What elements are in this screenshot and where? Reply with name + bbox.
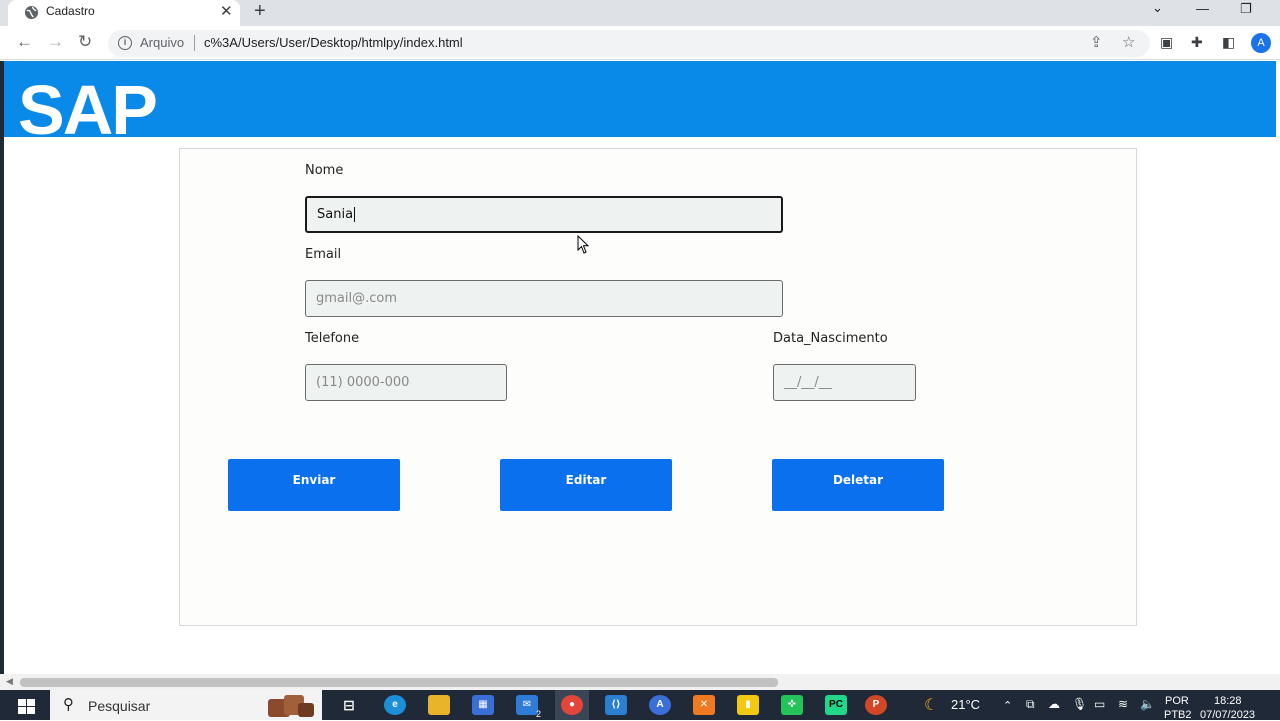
email-placeholder: gmail@.com (316, 291, 398, 306)
clock-date[interactable]: 07/07/2023 (1200, 709, 1255, 721)
new-tab-button[interactable]: + (254, 0, 266, 22)
telefone-input[interactable]: (11) 0000-000 (305, 364, 507, 401)
browser-toolbar: ← → ↻ i Arquivo c%3A/Users/User/Desktop/… (0, 26, 1280, 60)
bookmark-star-icon[interactable]: ☆ (1122, 34, 1135, 52)
scroll-left-arrow-icon[interactable]: ◀ (6, 676, 13, 687)
tab-close-icon[interactable]: ✕ (220, 3, 233, 21)
horizontal-scrollbar[interactable]: ◀ (0, 674, 1280, 690)
nome-input[interactable]: Sania (305, 196, 783, 233)
battery-icon[interactable]: ▭ (1094, 697, 1105, 711)
weather-temperature[interactable]: 21°C (951, 697, 980, 712)
deletar-button[interactable]: Deletar (772, 459, 944, 511)
microsoft-store-icon[interactable]: ▦ (472, 695, 494, 715)
tab-search-icon[interactable]: ⌄ (1152, 0, 1163, 16)
tab-title: Cadastro (46, 4, 95, 18)
taskbar-search-box[interactable]: ⚲ Pesquisar (50, 690, 322, 720)
chrome-icon[interactable]: ● (561, 695, 583, 715)
data-nascimento-placeholder: __/__/__ (784, 375, 832, 390)
text-caret (354, 207, 356, 222)
file-explorer-icon[interactable] (428, 695, 450, 715)
mail-icon[interactable]: ✉ (516, 695, 538, 715)
share-icon[interactable]: ⇪ (1090, 34, 1103, 52)
vscode-icon[interactable]: ⟨⟩ (605, 695, 627, 715)
editar-button[interactable]: Editar (500, 459, 672, 511)
url-divider (194, 35, 195, 51)
mail-badge: 2 (536, 709, 542, 719)
windows-start-icon[interactable] (18, 699, 36, 715)
address-bar[interactable]: i Arquivo c%3A/Users/User/Desktop/htmlpy… (108, 30, 1150, 57)
picture-in-picture-icon[interactable]: ▣ (1160, 34, 1173, 50)
registration-form: Nome Sania Email gmail@.com Telefone (11… (179, 148, 1137, 626)
xampp-icon[interactable]: ✕ (693, 695, 715, 715)
email-label: Email (305, 247, 342, 262)
nome-input-value: Sania (317, 207, 354, 222)
profile-avatar[interactable]: A (1251, 33, 1271, 53)
windows-taskbar: ⚲ Pesquisar ⊟ e ▦ ✉ 2 ● ⟨⟩ A ✕ ▮ ✜ PC P … (0, 690, 1280, 721)
url-scheme-label: Arquivo (140, 35, 185, 50)
browser-tab-strip: Cadastro ✕ + ⌄ — ❐ (0, 0, 1280, 26)
powerpoint-icon[interactable]: P (865, 695, 887, 715)
edge-icon[interactable]: e (384, 695, 406, 715)
nome-label: Nome (305, 163, 344, 178)
extensions-puzzle-icon[interactable]: ✚ (1191, 34, 1203, 50)
data-nascimento-input[interactable]: __/__/__ (773, 364, 916, 401)
info-icon[interactable]: i (118, 36, 132, 50)
url-text[interactable]: c%3A/Users/User/Desktop/htmlpy/index.htm… (204, 35, 463, 50)
app-a-icon[interactable]: A (649, 695, 671, 715)
restore-button[interactable]: ❐ (1240, 1, 1252, 17)
search-highlight-image (268, 695, 314, 717)
pycharm-icon[interactable]: PC (825, 695, 847, 715)
data-nascimento-label: Data_Nascimento (773, 331, 888, 346)
telefone-label: Telefone (305, 331, 360, 346)
forward-arrow-icon[interactable]: → (47, 32, 64, 52)
weather-moon-icon[interactable]: ☾ (924, 695, 938, 715)
browser-tab[interactable]: Cadastro ✕ (8, 0, 240, 26)
language-code[interactable]: POR (1165, 695, 1189, 707)
header-banner: SAP (4, 61, 1276, 137)
task-view-icon[interactable]: ⊟ (338, 695, 360, 715)
globe-icon (24, 5, 39, 20)
search-icon: ⚲ (63, 696, 74, 713)
tray-chevron-icon[interactable]: ⌃ (1003, 699, 1012, 712)
wifi-icon[interactable]: ≋ (1118, 697, 1128, 711)
power-bi-icon[interactable]: ▮ (737, 695, 759, 715)
scrollbar-thumb[interactable] (20, 678, 778, 687)
window-left-edge (0, 61, 4, 690)
onedrive-cloud-icon[interactable]: ☁ (1048, 697, 1060, 711)
page-viewport: SAP Nome Sania Email gmail@.com Telefone… (0, 61, 1280, 690)
side-panel-icon[interactable]: ◧ (1222, 34, 1235, 50)
mouse-pointer-icon (577, 235, 590, 254)
reload-icon[interactable]: ↻ (78, 32, 92, 52)
minimize-button[interactable]: — (1196, 1, 1209, 17)
keyboard-layout[interactable]: PTB2 (1164, 709, 1192, 721)
back-arrow-icon[interactable]: ← (16, 32, 33, 52)
sap-logo: SAP (18, 71, 158, 137)
game-app-icon[interactable]: ✜ (781, 695, 803, 715)
taskbar-search-text: Pesquisar (88, 698, 151, 714)
telefone-placeholder: (11) 0000-000 (316, 375, 410, 390)
email-input[interactable]: gmail@.com (305, 280, 783, 317)
tray-app-icon[interactable]: ⧉ (1026, 697, 1035, 712)
enviar-button[interactable]: Enviar (228, 459, 400, 511)
microphone-icon[interactable]: 🎙 (1072, 697, 1087, 711)
clock-time[interactable]: 18:28 (1214, 695, 1242, 707)
volume-icon[interactable]: 🔈 (1140, 697, 1155, 711)
